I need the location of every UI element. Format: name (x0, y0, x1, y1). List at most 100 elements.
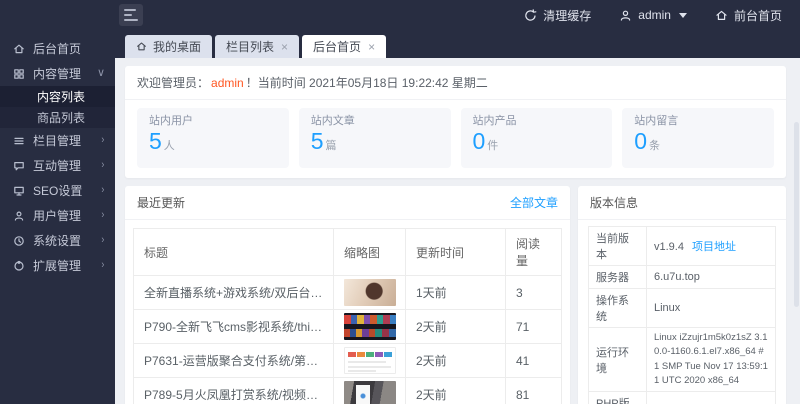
caret-down-icon (679, 13, 687, 18)
sidebar-item-label: 互动管理 (33, 157, 93, 174)
clear-cache-label: 清理缓存 (543, 7, 591, 24)
username: admin (638, 8, 671, 22)
sidebar-item-label: 栏目管理 (33, 132, 93, 149)
stat-label: 站内文章 (311, 114, 439, 128)
version-label: PHP版本 (589, 392, 647, 404)
chevron-right-icon: › (102, 235, 105, 246)
thumbnail-image (344, 381, 396, 404)
refresh-icon (524, 9, 537, 22)
sidebar-item-system[interactable]: 系统设置 › (0, 228, 115, 253)
article-reads: 3 (506, 276, 562, 310)
stat-unit: 件 (487, 140, 498, 152)
chevron-right-icon: › (102, 135, 105, 146)
home-icon (13, 43, 25, 55)
stat-card-articles: 站内文章 5篇 (299, 108, 451, 168)
stat-card-products: 站内产品 0件 (461, 108, 613, 168)
version-value: Linux iZzujr1m5k0z1sZ 3.10.0-1160.6.1.el… (654, 331, 768, 388)
version-label: 服务器 (589, 266, 647, 289)
article-reads: 41 (506, 344, 562, 378)
article-updated: 1天前 (406, 276, 506, 310)
panel-title: 最近更新 (137, 194, 185, 211)
tab-admin-home[interactable]: 后台首页 × (302, 35, 386, 58)
article-updated: 2天前 (406, 310, 506, 344)
sidebar-item-label: SEO设置 (33, 182, 93, 199)
circle-icon (13, 260, 25, 272)
table-row: P790-全新飞飞cms影视系统/think... 2天前 71 (134, 310, 562, 344)
recent-updates-table: 标题 缩略图 更新时间 阅读量 全新直播系统+游戏系统/双后台服... 1天前 (133, 228, 562, 404)
close-icon[interactable]: × (368, 40, 375, 54)
sidebar-item-label: 扩展管理 (33, 257, 93, 274)
sidebar-item-extensions[interactable]: 扩展管理 › (0, 253, 115, 278)
topbar: 清理缓存 admin 前台首页 (0, 0, 800, 30)
sidebar: 后台首页 内容管理 ∨ 内容列表 商品列表 栏目管理 › 互动管理 › (0, 30, 115, 404)
topbar-logo-area (0, 0, 115, 30)
tab-label: 栏目列表 (226, 38, 274, 55)
sidebar-subitem-label: 商品列表 (37, 109, 105, 126)
sidebar-submenu: 内容列表 商品列表 (0, 86, 115, 128)
scrollbar-thumb[interactable] (794, 122, 799, 307)
tabbar: 我的桌面 栏目列表 × 后台首页 × (115, 30, 800, 58)
panel-title: 版本信息 (590, 194, 638, 211)
user-icon (619, 9, 632, 22)
article-title-link[interactable]: 全新直播系统+游戏系统/双后台服... (134, 276, 334, 310)
chevron-down-icon: ∨ (97, 68, 105, 79)
sidebar-item-goods-list[interactable]: 商品列表 (0, 107, 115, 128)
sidebar-item-label: 系统设置 (33, 232, 93, 249)
article-updated: 2天前 (406, 344, 506, 378)
sidebar-item-content[interactable]: 内容管理 ∨ (0, 61, 115, 86)
version-info-table: 当前版本 v1.9.4项目地址 服务器 6.u7u.top 操作系统 Linux (588, 226, 776, 404)
tab-label: 后台首页 (313, 38, 361, 55)
stat-unit: 人 (164, 140, 175, 152)
hamburger-menu-button[interactable] (119, 4, 143, 26)
sidebar-item-label: 后台首页 (33, 40, 105, 57)
version-value: v1.9.4 (654, 241, 684, 253)
chevron-right-icon: › (102, 185, 105, 196)
article-title-link[interactable]: P7631-运营版聚合支付系统/第三方... (134, 344, 334, 378)
table-row: PHP版本 7.2.33 (589, 392, 776, 404)
article-title-link[interactable]: P790-全新飞飞cms影视系统/think... (134, 310, 334, 344)
home-icon (715, 9, 728, 22)
sidebar-item-interaction[interactable]: 互动管理 › (0, 153, 115, 178)
col-header-reads: 阅读量 (506, 229, 562, 276)
thumbnail-image (344, 313, 396, 340)
col-header-updated: 更新时间 (406, 229, 506, 276)
welcome-message: 欢迎管理员：admin！当前时间 2021年05月18日 19:22:42 星期… (125, 66, 786, 100)
article-updated: 2天前 (406, 378, 506, 404)
chevron-right-icon: › (102, 210, 105, 221)
version-value: Linux (647, 289, 776, 328)
user-menu[interactable]: admin (619, 8, 687, 22)
chevron-right-icon: › (102, 160, 105, 171)
sidebar-item-users[interactable]: 用户管理 › (0, 203, 115, 228)
version-label: 当前版本 (589, 227, 647, 266)
stat-label: 站内留言 (634, 114, 762, 128)
sidebar-subitem-label: 内容列表 (37, 88, 105, 105)
stat-value: 5 (311, 128, 324, 154)
sidebar-item-dashboard[interactable]: 后台首页 (0, 36, 115, 61)
stat-value: 0 (634, 128, 647, 154)
tab-my-desktop[interactable]: 我的桌面 (125, 35, 212, 58)
recent-updates-panel: 最近更新 全部文章 标题 缩略图 更新时间 阅读量 (125, 186, 570, 404)
welcome-username: admin (211, 76, 244, 90)
table-row: 当前版本 v1.9.4 项目地址 (589, 227, 776, 266)
stat-label: 站内用户 (149, 114, 277, 128)
version-label: 操作系统 (589, 289, 647, 328)
welcome-prefix: 欢迎管理员： (137, 76, 209, 90)
all-articles-link[interactable]: 全部文章 (510, 194, 558, 211)
front-home-button[interactable]: 前台首页 (715, 7, 782, 24)
clear-cache-button[interactable]: 清理缓存 (524, 7, 591, 24)
tab-category-list[interactable]: 栏目列表 × (215, 35, 299, 58)
welcome-panel: 欢迎管理员：admin！当前时间 2021年05月18日 19:22:42 星期… (125, 66, 786, 178)
article-title-link[interactable]: P789-5月火凤凰打赏系统/视频打赏... (134, 378, 334, 404)
stat-unit: 篇 (326, 140, 337, 152)
list-icon (13, 135, 25, 147)
project-url-link[interactable]: 项目地址 (692, 241, 736, 253)
close-icon[interactable]: × (281, 40, 288, 54)
version-value: 7.2.33 (647, 392, 776, 404)
table-row: P7631-运营版聚合支付系统/第三方... 2天前 41 (134, 344, 562, 378)
sidebar-item-category[interactable]: 栏目管理 › (0, 128, 115, 153)
thumbnail-image (344, 279, 396, 306)
sidebar-item-content-list[interactable]: 内容列表 (0, 86, 115, 107)
home-icon (136, 41, 147, 52)
clock-icon (13, 235, 25, 247)
sidebar-item-seo[interactable]: SEO设置 › (0, 178, 115, 203)
